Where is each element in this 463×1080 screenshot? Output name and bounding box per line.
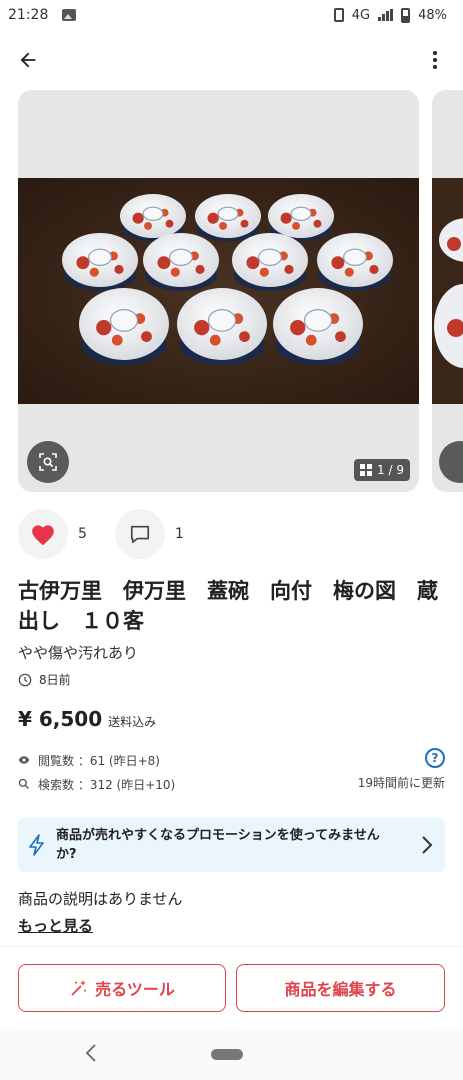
dot-icon [433, 65, 437, 69]
promotion-banner[interactable]: 商品が売れやすくなるプロモーションを使ってみませんか? [18, 818, 445, 872]
see-more-link[interactable]: もっと見る [18, 915, 93, 936]
photo-page-text: 1 / 9 [377, 463, 404, 477]
views-row: 閲覧数 ：61 (昨日+8) [18, 748, 445, 772]
item-stats: 閲覧数 ：61 (昨日+8) 検索数 ：312 (昨日+10) ? 19時間前に… [18, 748, 445, 796]
lightning-icon [29, 834, 44, 856]
engagement-row: 5 1 [18, 509, 445, 559]
posted-time: 8日前 [18, 671, 71, 688]
help-icon[interactable]: ? [425, 748, 445, 768]
item-condition: やや傷や汚れあり [18, 644, 139, 662]
shipping-label: 送料込み [108, 715, 157, 729]
nav-back-icon[interactable] [82, 1042, 100, 1064]
edit-item-label: 商品を編集する [284, 980, 397, 999]
status-time: 21:28 [8, 7, 49, 23]
battery-level: 48% [418, 7, 447, 23]
price-row: ¥ 6,500 送料込み [18, 707, 156, 731]
next-product-photo [432, 178, 463, 404]
lens-search-icon [39, 453, 57, 471]
bottom-action-bar: 売るツール 商品を編集する [0, 946, 463, 1028]
sell-tools-label: 売るツール [95, 980, 175, 999]
image-search-button[interactable] [439, 441, 463, 483]
arrow-left-icon [20, 52, 36, 68]
eye-icon [18, 756, 30, 764]
posted-time-text: 8日前 [39, 673, 71, 687]
system-navigation-bar [0, 1028, 463, 1080]
battery-icon [401, 7, 411, 23]
vibrate-icon [333, 8, 344, 22]
lidded-bowl [177, 288, 267, 366]
promotion-text: 商品が売れやすくなるプロモーションを使ってみませんか? [56, 828, 380, 862]
like-count: 5 [78, 526, 87, 542]
item-description: 商品の説明はありません [18, 890, 183, 908]
lidded-bowl [317, 233, 393, 292]
comment-count: 1 [174, 526, 184, 542]
dot-icon [433, 51, 437, 55]
top-app-bar [0, 36, 463, 82]
lidded-bowl [195, 194, 261, 242]
image-search-button[interactable] [27, 441, 69, 483]
lidded-bowl [232, 233, 308, 292]
clock-icon [18, 673, 32, 686]
back-button[interactable] [14, 46, 42, 74]
like-button[interactable] [18, 509, 68, 559]
nav-home-pill[interactable] [211, 1049, 243, 1060]
heart-icon [32, 525, 54, 546]
searches-text: 検索数 ：312 (昨日+10) [38, 777, 176, 792]
updated-text: 19時間前に更新 [357, 776, 445, 790]
search-icon [18, 778, 29, 789]
comment-button[interactable] [114, 509, 165, 559]
signal-icon [378, 9, 394, 21]
photo-page-indicator: 1 / 9 [354, 459, 410, 481]
lidded-bowl [273, 288, 363, 366]
comment-icon [130, 525, 149, 544]
photo-card[interactable]: 1 / 9 [18, 90, 419, 492]
photo-carousel[interactable]: 1 / 9 [18, 90, 463, 492]
chevron-right-icon [422, 836, 433, 854]
lidded-bowl [79, 288, 169, 366]
product-photo [18, 178, 419, 404]
sell-tools-button[interactable]: 売るツール [18, 964, 226, 1012]
grid-icon [360, 464, 373, 476]
item-title: 古伊万里 伊万里 蓋碗 向付 梅の図 蔵出し １０客 [18, 579, 438, 633]
lidded-bowl [62, 233, 138, 292]
lidded-bowl [143, 233, 219, 292]
views-text: 閲覧数 ：61 (昨日+8) [38, 753, 160, 768]
status-bar: 21:28 4G 48% [0, 0, 463, 30]
sparkle-wand-icon [71, 980, 87, 996]
dot-icon [433, 58, 437, 62]
network-type: 4G [351, 7, 371, 23]
more-options-button[interactable] [425, 46, 445, 74]
edit-item-button[interactable]: 商品を編集する [236, 964, 445, 1012]
gallery-notification-icon [62, 9, 77, 21]
next-photo-card[interactable] [432, 90, 463, 492]
item-price: ¥ 6,500 [18, 707, 103, 731]
